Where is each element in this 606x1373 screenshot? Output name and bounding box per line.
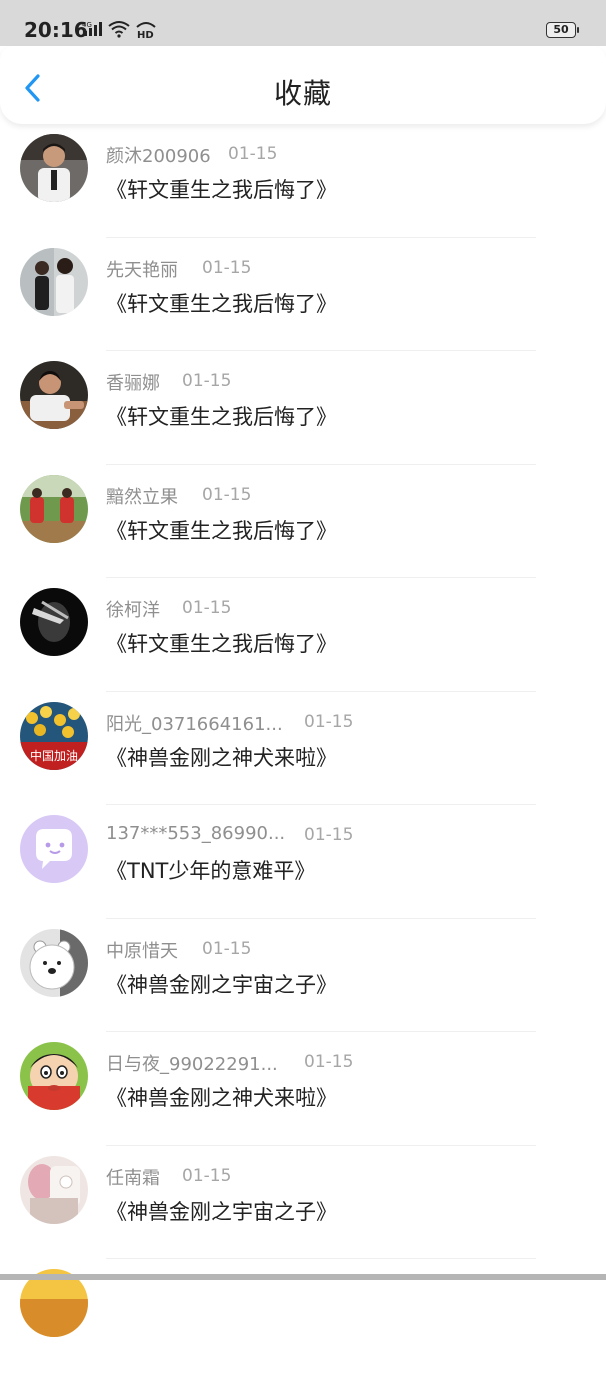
item-name: 黯然立果 bbox=[106, 486, 178, 508]
item-date: 01-15 bbox=[182, 1165, 232, 1186]
avatar-label: 中国加油 bbox=[30, 748, 78, 763]
avatar[interactable] bbox=[20, 815, 88, 883]
avatar[interactable] bbox=[20, 1042, 88, 1110]
item-title: 《神兽金刚之宇宙之子》 bbox=[106, 972, 337, 997]
item-name: 137***553_86990... bbox=[106, 823, 286, 844]
item-title: 《轩文重生之我后悔了》 bbox=[106, 518, 337, 543]
item-name: 阳光_0371664161... bbox=[106, 713, 283, 735]
item-name: 任南霜 bbox=[106, 1167, 160, 1189]
list-item[interactable]: 先天艳丽 01-15 《轩文重生之我后悔了》 bbox=[0, 238, 606, 351]
status-icons: 4G HD bbox=[82, 19, 158, 39]
item-title: 《TNT少年的意难平》 bbox=[106, 859, 316, 883]
item-name: 先天艳丽 bbox=[106, 259, 178, 281]
item-title: 《轩文重生之我后悔了》 bbox=[106, 178, 337, 202]
list-item[interactable]: 香骊娜 01-15 《轩文重生之我后悔了》 bbox=[0, 351, 606, 465]
status-bar: 20:16 4G HD 50 bbox=[0, 0, 606, 46]
item-title: 《神兽金刚之神犬来啦》 bbox=[106, 745, 337, 770]
avatar[interactable] bbox=[20, 588, 88, 656]
list-item[interactable]: 黯然立果 01-15 《轩文重生之我后悔了》 bbox=[0, 465, 606, 578]
list-item[interactable]: 颜沐200906 01-15 《轩文重生之我后悔了》 bbox=[0, 124, 606, 238]
list-item[interactable]: 徐柯洋 01-15 《轩文重生之我后悔了》 bbox=[0, 578, 606, 692]
item-title: 《轩文重生之我后悔了》 bbox=[106, 632, 337, 656]
avatar[interactable] bbox=[20, 361, 88, 429]
hd-icon: HD bbox=[134, 19, 158, 39]
item-date: 01-15 bbox=[202, 257, 252, 278]
item-name: 颜沐200906 bbox=[106, 146, 211, 167]
list-item[interactable]: 日与夜_99022291... 01-15 《神兽金刚之神犬来啦》 bbox=[0, 1032, 606, 1146]
item-title: 《神兽金刚之宇宙之子》 bbox=[106, 1199, 337, 1224]
signal-icon: 4G bbox=[82, 20, 104, 38]
item-date: 01-15 bbox=[304, 825, 354, 845]
battery-icon: 50 bbox=[546, 22, 579, 38]
page-title: 收藏 bbox=[273, 77, 332, 110]
wifi-icon bbox=[108, 20, 130, 38]
item-date: 01-15 bbox=[304, 711, 354, 732]
status-time: 20:16 bbox=[24, 18, 88, 42]
item-date: 01-15 bbox=[202, 938, 252, 959]
list-item[interactable]: 137***553_86990... 01-15 《TNT少年的意难平》 bbox=[0, 805, 606, 919]
favorites-list: 颜沐200906 01-15 《轩文重生之我后悔了》 先天艳丽 01-15 《轩… bbox=[0, 124, 606, 1373]
item-date: 01-15 bbox=[182, 598, 232, 618]
item-title: 《轩文重生之我后悔了》 bbox=[106, 291, 337, 316]
scroll-indicator bbox=[0, 1274, 606, 1280]
item-date: 01-15 bbox=[304, 1052, 354, 1072]
list-item[interactable]: 任南霜 01-15 《神兽金刚之宇宙之子》 bbox=[0, 1146, 606, 1259]
item-name: 香骊娜 bbox=[106, 373, 160, 394]
header: 收藏 bbox=[0, 46, 606, 124]
item-date: 01-15 bbox=[182, 371, 232, 391]
avatar[interactable] bbox=[20, 247, 88, 316]
avatar[interactable] bbox=[20, 928, 88, 997]
item-name: 徐柯洋 bbox=[106, 600, 160, 621]
item-title: 《轩文重生之我后悔了》 bbox=[106, 405, 337, 429]
network-type: 4G bbox=[82, 21, 92, 29]
avatar[interactable] bbox=[20, 1155, 88, 1224]
item-name: 中原惜天 bbox=[106, 940, 178, 962]
list-item[interactable]: 中原惜天 01-15 《神兽金刚之宇宙之子》 bbox=[0, 919, 606, 1032]
list-item[interactable]: 中国加油 阳光_0371664161... 01-15 《神兽金刚之神犬来啦》 bbox=[0, 692, 606, 805]
avatar[interactable] bbox=[20, 474, 88, 543]
item-date: 01-15 bbox=[202, 484, 252, 505]
item-date: 01-15 bbox=[228, 144, 278, 164]
hd-label: HD bbox=[137, 30, 154, 39]
item-title: 《神兽金刚之神犬来啦》 bbox=[106, 1086, 337, 1110]
avatar[interactable] bbox=[20, 134, 88, 202]
avatar[interactable]: 中国加油 bbox=[20, 701, 88, 770]
item-name: 日与夜_99022291... bbox=[106, 1054, 278, 1075]
